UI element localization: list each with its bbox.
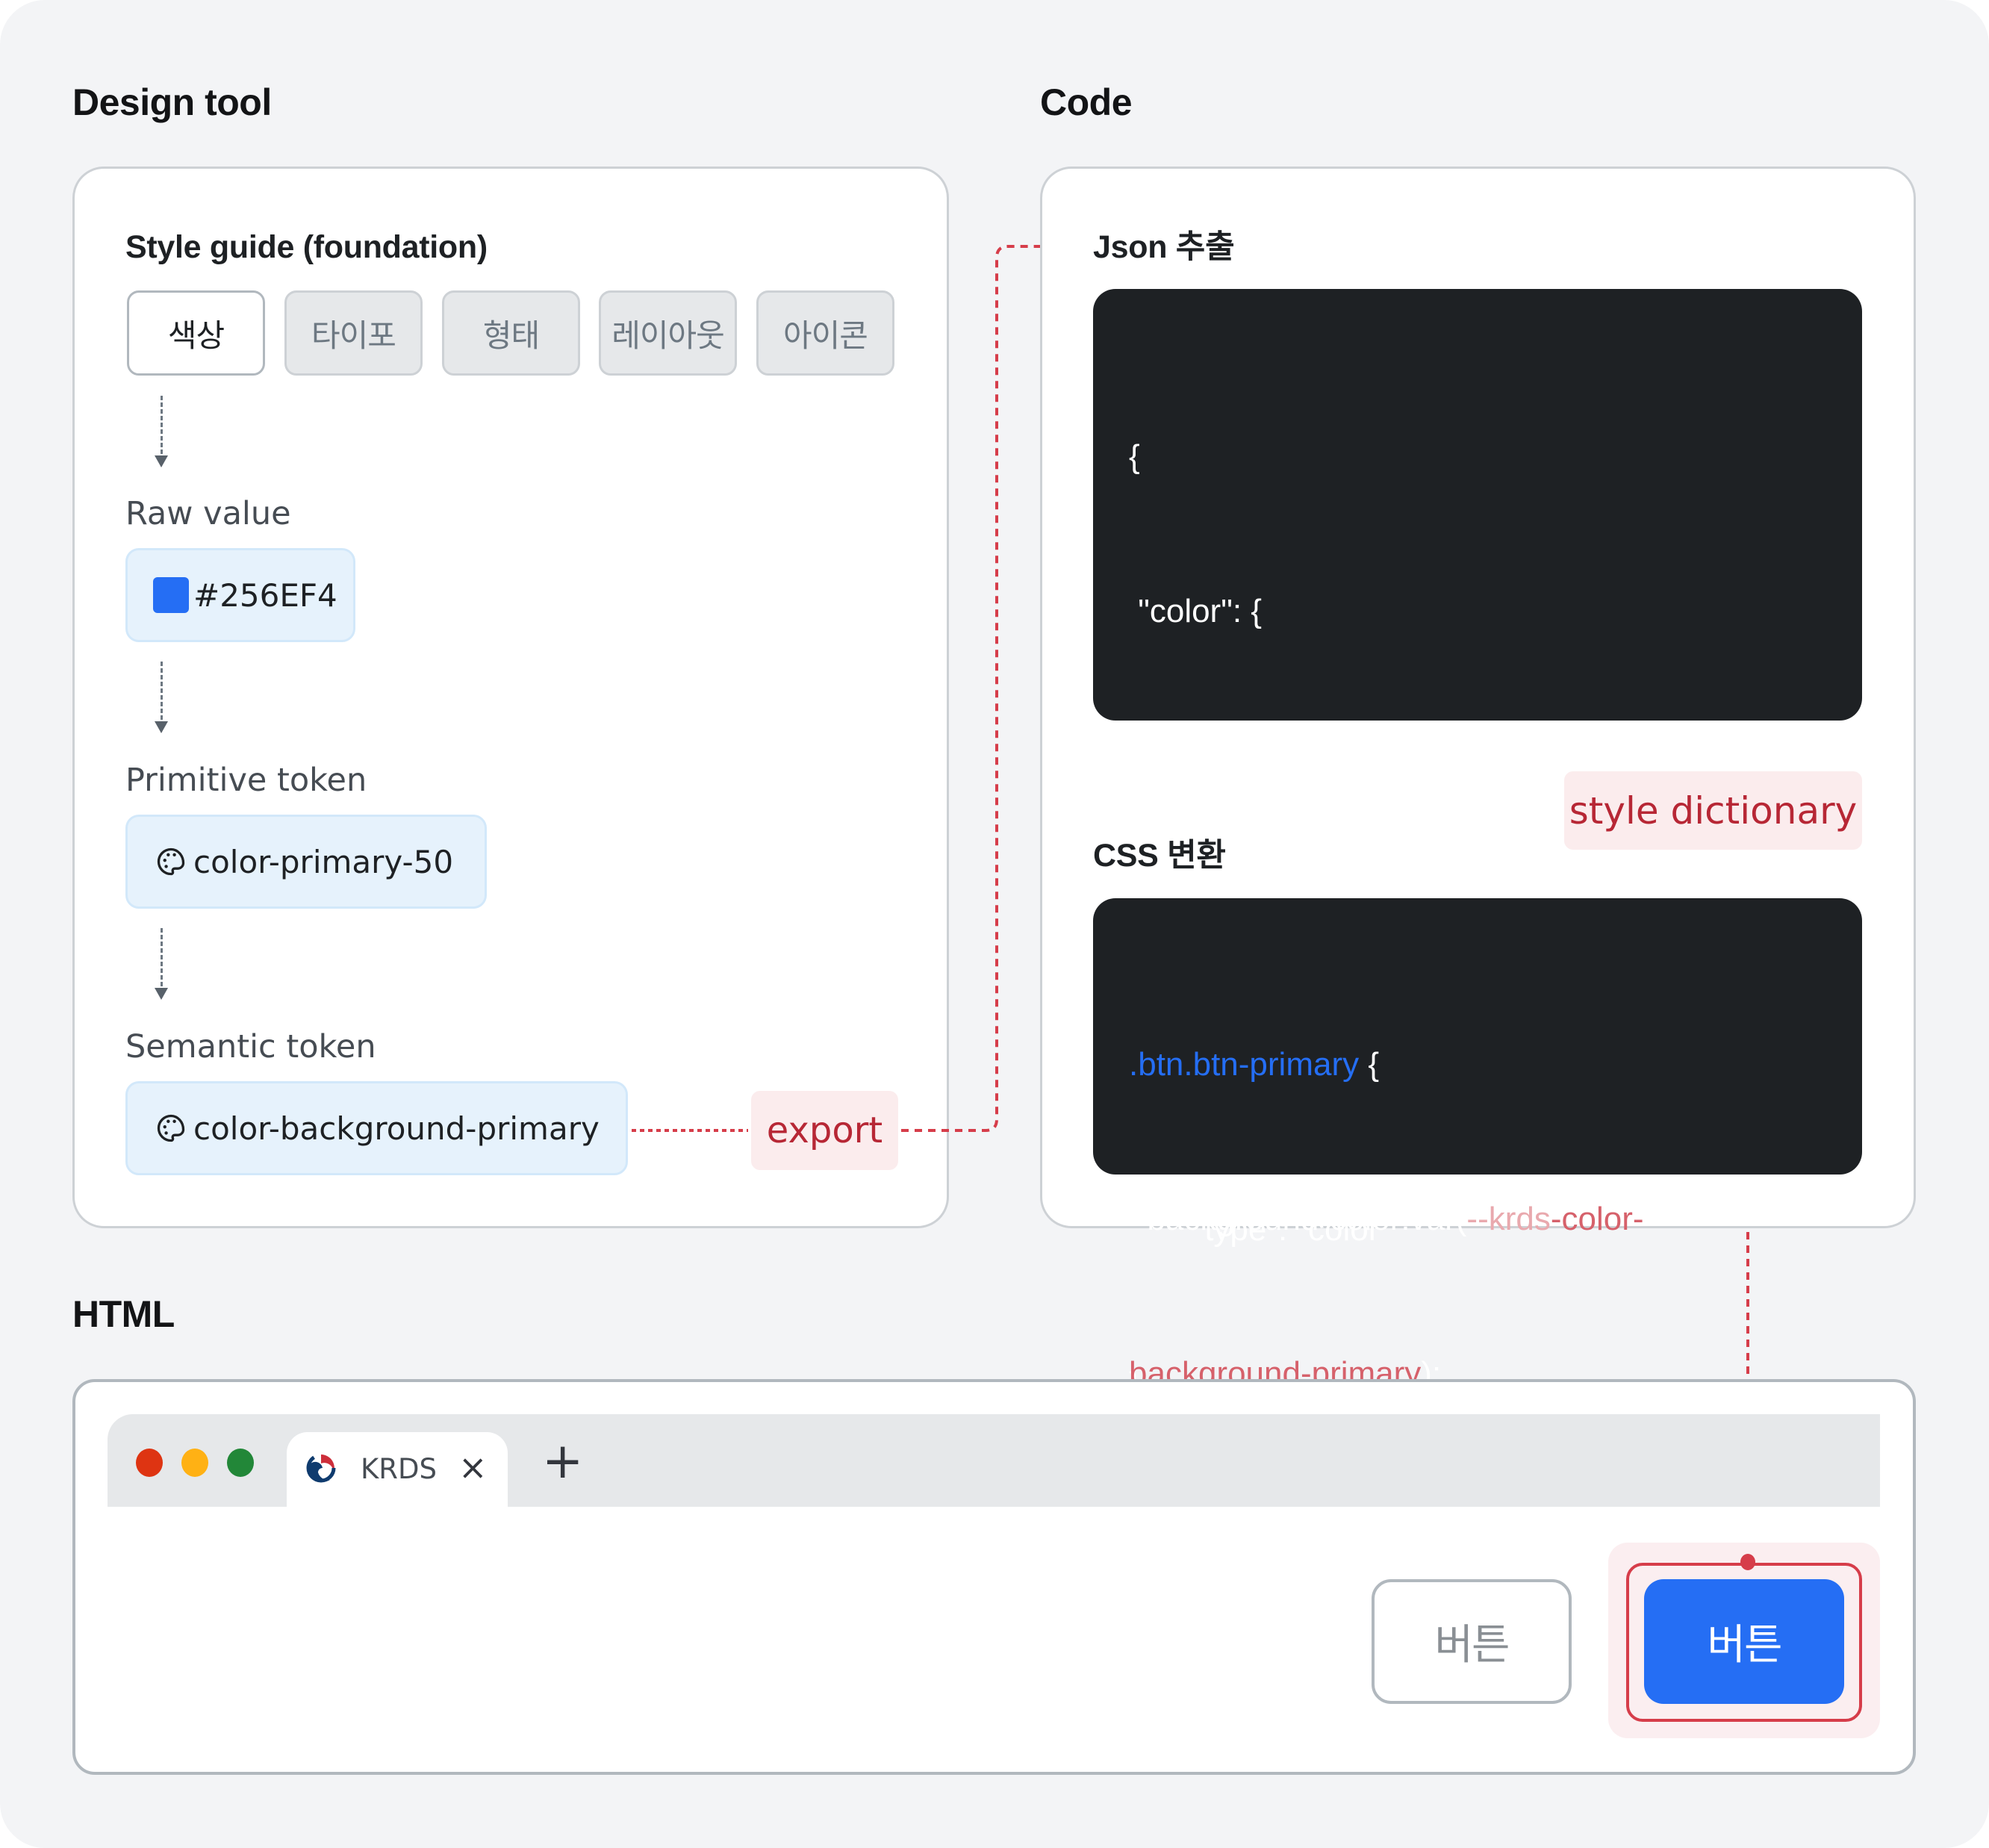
close-tab-icon[interactable]: × — [458, 1447, 488, 1487]
primary-button[interactable]: 버튼 — [1644, 1579, 1844, 1704]
style-dictionary-label: style dictionary — [1564, 771, 1862, 850]
css-title: CSS 변환 — [1093, 838, 1226, 874]
connector-dot — [1740, 1554, 1755, 1570]
minimize-window-dot[interactable] — [181, 1449, 208, 1477]
new-tab-icon[interactable]: + — [542, 1437, 583, 1486]
maximize-window-dot[interactable] — [227, 1449, 254, 1477]
code-line: { — [1129, 438, 1140, 475]
code-brace: { — [1359, 1046, 1380, 1083]
css-selector: .btn.btn-primary — [1129, 1046, 1360, 1083]
code-line: "color": { — [1129, 593, 1262, 629]
css-var-mid: -color- — [1550, 1201, 1644, 1237]
code-line: .btn.btn-primary { — [1129, 1039, 1862, 1090]
export-to-json-connector — [901, 245, 1059, 1132]
code-line: background-color:var(--krds-color- — [1129, 1193, 1862, 1245]
secondary-button[interactable]: 버튼 — [1372, 1579, 1572, 1704]
browser-tab-title: KRDS — [361, 1453, 437, 1485]
css-property: background-color:var( — [1129, 1201, 1467, 1237]
json-code-block: { "color": { "background": { "primary": … — [1093, 289, 1862, 1402]
export-label: export — [751, 1091, 898, 1170]
css-code-block: .btn.btn-primary { background-color:var(… — [1093, 898, 1862, 1546]
json-title: Json 추출 — [1093, 229, 1235, 265]
taegeuk-logo-icon — [306, 1453, 336, 1483]
css-var-prefix: --krds — [1466, 1201, 1551, 1237]
close-window-dot[interactable] — [136, 1449, 163, 1477]
